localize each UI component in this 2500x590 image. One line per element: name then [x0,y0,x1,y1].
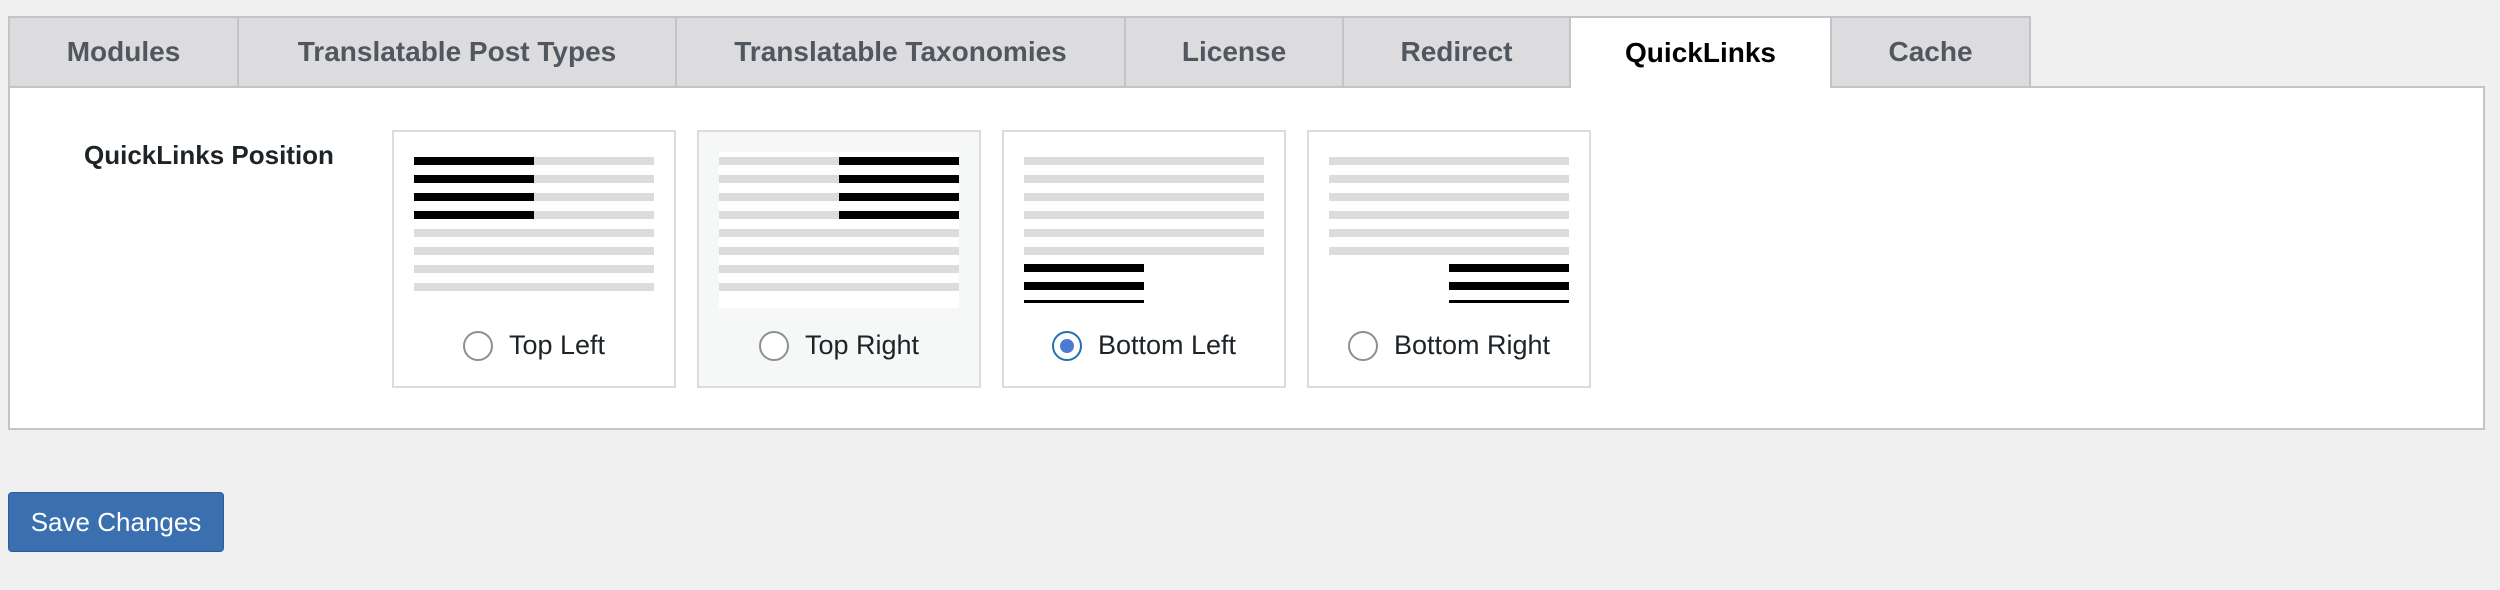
top-left-preview-icon [414,152,654,308]
tab-quicklinks[interactable]: QuickLinks [1569,16,1832,88]
position-option-bottom-left[interactable]: Bottom Left [1002,130,1286,388]
top-right-preview-icon [719,152,959,308]
quicklinks-settings-panel: QuickLinks Position Top Left Top Right B… [8,86,2485,430]
top-right-radio[interactable] [758,330,789,361]
top-right-label: Top Right [804,330,920,360]
top-left-radio[interactable] [462,330,493,361]
settings-tabs: Modules Translatable Post Types Translat… [8,16,2031,88]
tab-license[interactable]: License [1124,16,1344,86]
position-option-top-left[interactable]: Top Left [392,130,676,388]
tab-modules[interactable]: Modules [8,16,239,86]
position-option-bottom-right[interactable]: Bottom Right [1307,130,1591,388]
tab-translatable-taxonomies[interactable]: Translatable Taxonomies [675,16,1126,86]
bottom-right-preview-icon [1329,152,1569,308]
tab-cache[interactable]: Cache [1830,16,2031,86]
top-left-label: Top Left [508,330,606,360]
bottom-right-radio[interactable] [1347,330,1378,361]
tab-redirect[interactable]: Redirect [1342,16,1571,86]
quicklinks-position-label: QuickLinks Position [84,140,334,170]
bottom-right-label: Bottom Right [1393,330,1551,360]
bottom-left-radio[interactable] [1051,330,1082,361]
tab-translatable-post-types[interactable]: Translatable Post Types [237,16,677,86]
position-option-top-right[interactable]: Top Right [697,130,981,388]
bottom-left-preview-icon [1024,152,1264,308]
save-changes-button[interactable]: Save Changes [8,492,224,552]
bottom-left-label: Bottom Left [1097,330,1237,360]
